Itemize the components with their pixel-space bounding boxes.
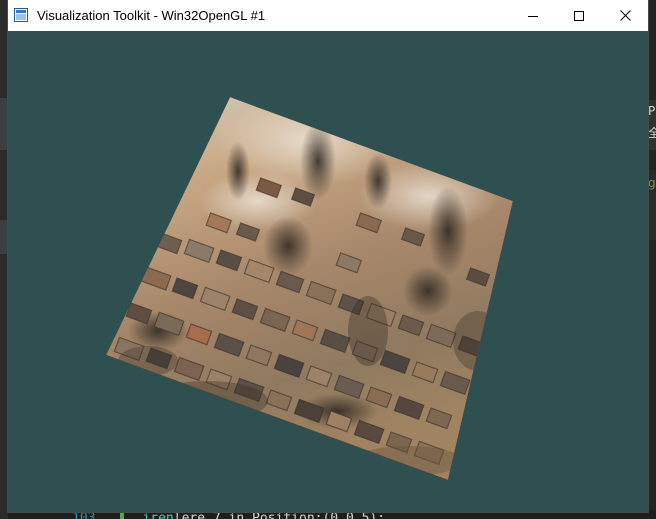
app-icon bbox=[14, 8, 28, 22]
code-text: lere 7 in Position:(0.0.5); bbox=[173, 511, 386, 519]
editor-right-char: P bbox=[648, 104, 656, 118]
vtk-render-window[interactable]: Visualization Toolkit - Win32OpenGL #1 bbox=[8, 0, 648, 512]
line-number: 103 bbox=[72, 511, 96, 519]
code-identifier: iren bbox=[142, 511, 174, 519]
minimize-button[interactable] bbox=[510, 0, 556, 31]
editor-left-panel-mark bbox=[0, 98, 8, 150]
render-viewport[interactable] bbox=[8, 31, 648, 512]
editor-right-char: 全 bbox=[648, 126, 656, 140]
minimize-icon bbox=[528, 15, 538, 17]
textured-plane bbox=[105, 96, 514, 481]
maximize-icon bbox=[574, 10, 584, 21]
editor-left-panel-mark bbox=[0, 220, 8, 254]
editor-right-char: g bbox=[648, 176, 656, 190]
close-icon bbox=[619, 10, 631, 21]
editor-left-edge bbox=[0, 0, 8, 519]
editor-right-edge bbox=[648, 0, 656, 519]
window-titlebar[interactable]: Visualization Toolkit - Win32OpenGL #1 bbox=[8, 0, 648, 31]
close-button[interactable] bbox=[602, 0, 648, 31]
window-title: Visualization Toolkit - Win32OpenGL #1 bbox=[37, 8, 266, 23]
maximize-button[interactable] bbox=[556, 0, 602, 31]
